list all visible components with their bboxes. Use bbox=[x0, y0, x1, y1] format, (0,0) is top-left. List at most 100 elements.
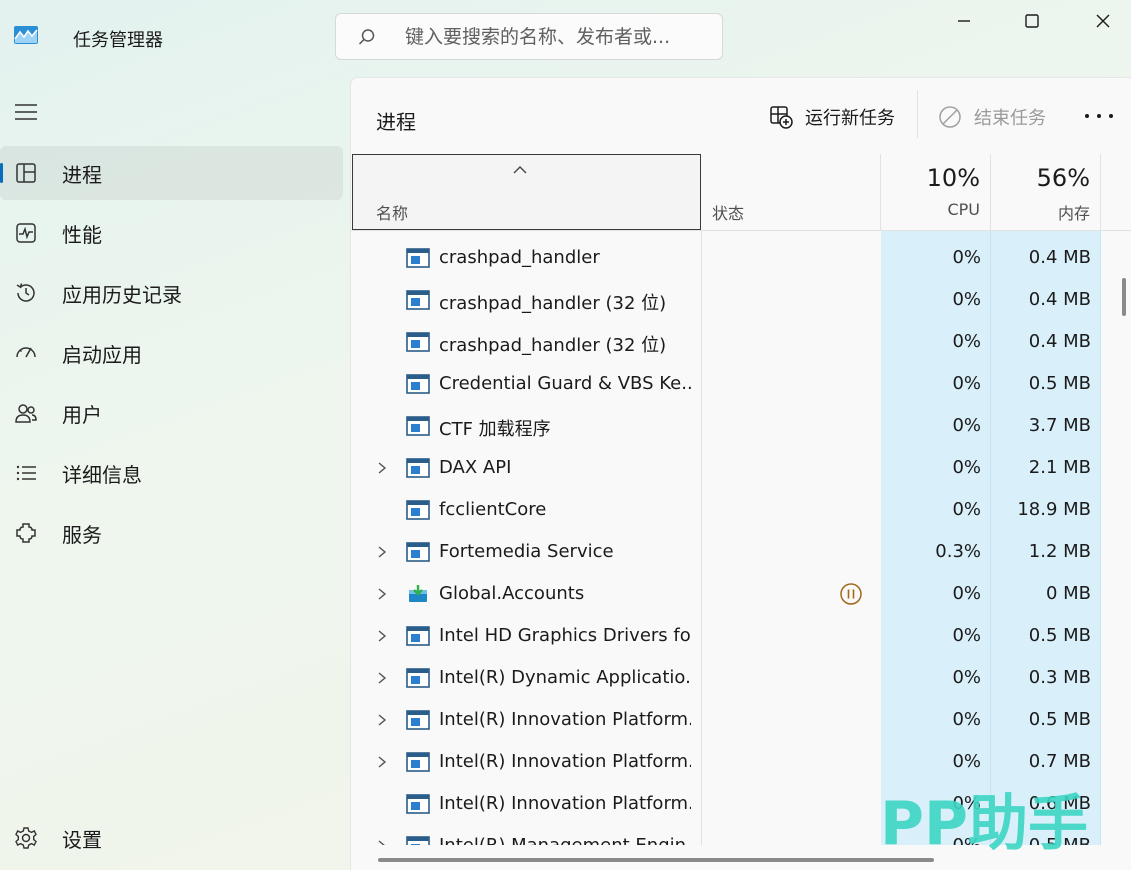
sort-ascending-icon bbox=[513, 166, 527, 174]
process-cpu: 0% bbox=[952, 625, 981, 646]
process-cpu: 0% bbox=[952, 373, 981, 394]
process-cpu: 0% bbox=[952, 331, 981, 352]
sidebar-item-app-history[interactable]: 应用历史记录 bbox=[0, 266, 343, 320]
app-window-icon bbox=[406, 710, 430, 730]
process-memory: 0.5 MB bbox=[1028, 709, 1091, 730]
process-name: Fortemedia Service bbox=[439, 541, 614, 562]
close-icon bbox=[1096, 14, 1110, 28]
accounts-app-icon bbox=[409, 585, 427, 602]
search-input[interactable] bbox=[405, 25, 715, 48]
sidebar-nav: 进程 性能 应用历史记录 启动应用 用户 详细信息 服务 bbox=[0, 146, 343, 566]
column-header-status[interactable]: 状态 bbox=[702, 154, 881, 230]
process-memory: 0.3 MB bbox=[1028, 667, 1091, 688]
process-memory: 0 MB bbox=[1045, 583, 1091, 604]
hamburger-icon[interactable] bbox=[14, 102, 38, 122]
sidebar-item-label: 服务 bbox=[62, 522, 102, 547]
services-icon bbox=[16, 523, 36, 543]
more-options-button[interactable] bbox=[1085, 111, 1113, 121]
sidebar-item-startup[interactable]: 启动应用 bbox=[0, 326, 343, 380]
process-memory: 0.4 MB bbox=[1028, 289, 1091, 310]
process-cpu: 0% bbox=[952, 751, 981, 772]
run-task-icon bbox=[770, 106, 793, 129]
app-window-icon bbox=[406, 416, 430, 436]
close-button[interactable] bbox=[1078, 6, 1128, 36]
table-row[interactable]: crashpad_handler 0% 0.4 MB bbox=[351, 237, 1111, 279]
process-memory: 0.5 MB bbox=[1028, 625, 1091, 646]
column-memory-label: 内存 bbox=[1057, 204, 1090, 223]
table-row[interactable]: crashpad_handler (32 位) 0% 0.4 MB bbox=[351, 321, 1111, 363]
more-dot-icon bbox=[1097, 114, 1101, 118]
process-cpu: 0.3% bbox=[935, 541, 981, 562]
process-cpu: 0% bbox=[952, 709, 981, 730]
processes-panel: 进程 运行新任务 结束任务 名称 状态 10% CPU 56% 内存 crash… bbox=[350, 77, 1131, 870]
table-row[interactable]: crashpad_handler (32 位) 0% 0.4 MB bbox=[351, 279, 1111, 321]
more-dot-icon bbox=[1085, 114, 1089, 118]
toolbar-divider bbox=[917, 90, 918, 138]
process-name: Intel(R) Dynamic Applicatio... bbox=[439, 667, 691, 688]
table-row[interactable]: Fortemedia Service 0.3% 1.2 MB bbox=[351, 531, 1111, 573]
sidebar-item-label: 启动应用 bbox=[62, 342, 142, 367]
table-row[interactable]: fcclientCore 0% 18.9 MB bbox=[351, 489, 1111, 531]
gear-icon bbox=[15, 827, 37, 849]
page-title: 进程 bbox=[376, 110, 416, 134]
sidebar-item-settings[interactable]: 设置 bbox=[0, 811, 343, 865]
horizontal-scrollbar[interactable] bbox=[378, 858, 934, 862]
app-title: 任务管理器 bbox=[73, 30, 163, 51]
process-name: crashpad_handler bbox=[439, 247, 600, 268]
sidebar-item-label: 用户 bbox=[62, 402, 102, 427]
table-row[interactable]: Intel(R) Dynamic Applicatio... 0% 0.3 MB bbox=[351, 657, 1111, 699]
process-cpu: 0% bbox=[952, 457, 981, 478]
table-row[interactable]: Credential Guard & VBS Ke... 0% 0.5 MB bbox=[351, 363, 1111, 405]
process-name: Intel(R) Innovation Platform... bbox=[439, 793, 691, 814]
process-cpu: 0% bbox=[952, 499, 981, 520]
chevron-right-icon[interactable] bbox=[377, 672, 387, 684]
column-header-name[interactable]: 名称 bbox=[352, 154, 701, 230]
sidebar-item-label: 详细信息 bbox=[62, 462, 142, 487]
table-row[interactable]: DAX API 0% 2.1 MB bbox=[351, 447, 1111, 489]
process-cpu: 0% bbox=[952, 289, 981, 310]
app-window-icon bbox=[406, 500, 430, 520]
table-row[interactable]: Intel(R) Innovation Platform... 0% 0.5 MB bbox=[351, 699, 1111, 741]
end-task-button[interactable]: 结束任务 bbox=[938, 102, 1046, 132]
sidebar-item-performance[interactable]: 性能 bbox=[0, 206, 343, 260]
sidebar-item-label: 应用历史记录 bbox=[62, 282, 182, 307]
pp-assistant-watermark: PP助手 bbox=[880, 789, 1088, 850]
minimize-button[interactable] bbox=[939, 6, 989, 36]
table-row[interactable]: CTF 加载程序 0% 3.7 MB bbox=[351, 405, 1111, 447]
chevron-right-icon[interactable] bbox=[377, 546, 387, 558]
chevron-right-icon[interactable] bbox=[377, 588, 387, 600]
sidebar-item-details[interactable]: 详细信息 bbox=[0, 446, 343, 500]
sidebar-item-users[interactable]: 用户 bbox=[0, 386, 343, 440]
chevron-right-icon[interactable] bbox=[377, 462, 387, 474]
process-name: Global.Accounts bbox=[439, 583, 585, 604]
process-name: Intel HD Graphics Drivers fo... bbox=[439, 625, 691, 646]
table-row[interactable]: Global.Accounts 0% 0 MB bbox=[351, 573, 1111, 615]
chevron-right-icon[interactable] bbox=[377, 756, 387, 768]
table-row[interactable]: Intel(R) Innovation Platform... 0% 0.7 MB bbox=[351, 741, 1111, 783]
run-new-task-button[interactable]: 运行新任务 bbox=[769, 102, 895, 132]
search-icon bbox=[358, 28, 375, 45]
column-header-cpu[interactable]: 10% CPU bbox=[881, 154, 991, 230]
minimize-icon bbox=[958, 20, 970, 22]
sidebar-item-processes[interactable]: 进程 bbox=[0, 146, 343, 200]
column-header-memory[interactable]: 56% 内存 bbox=[991, 154, 1101, 230]
chevron-right-icon[interactable] bbox=[377, 630, 387, 642]
chevron-right-icon[interactable] bbox=[377, 714, 387, 726]
process-memory: 0.5 MB bbox=[1028, 373, 1091, 394]
startup-icon bbox=[16, 347, 36, 358]
process-memory: 2.1 MB bbox=[1028, 457, 1091, 478]
settings-label: 设置 bbox=[62, 827, 102, 852]
table-row[interactable]: Intel HD Graphics Drivers fo... 0% 0.5 MB bbox=[351, 615, 1111, 657]
search-box[interactable] bbox=[335, 13, 723, 60]
sidebar-item-services[interactable]: 服务 bbox=[0, 506, 343, 560]
process-memory: 0.4 MB bbox=[1028, 247, 1091, 268]
maximize-icon bbox=[1025, 14, 1039, 28]
chevron-right-icon[interactable] bbox=[377, 840, 387, 845]
process-memory: 0.7 MB bbox=[1028, 751, 1091, 772]
maximize-button[interactable] bbox=[1007, 6, 1057, 36]
end-task-icon bbox=[939, 106, 961, 128]
column-cpu-label: CPU bbox=[947, 200, 980, 219]
process-memory: 0.4 MB bbox=[1028, 331, 1091, 352]
vertical-scrollbar[interactable] bbox=[1122, 278, 1126, 316]
app-window-icon bbox=[406, 290, 430, 310]
